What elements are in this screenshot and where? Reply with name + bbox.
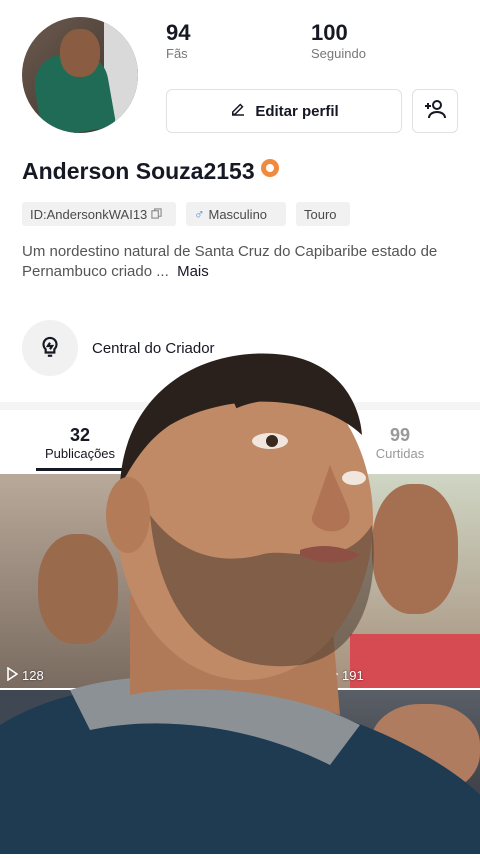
- profile-name-text: Anderson Souza2153: [22, 158, 255, 184]
- pencil-icon: [229, 100, 247, 122]
- gender-tag-text: Masculino: [208, 206, 268, 222]
- id-tag[interactable]: ID:AndersonkWAI13: [22, 202, 176, 226]
- add-friend-button[interactable]: [412, 89, 458, 133]
- male-icon: ♂: [194, 206, 205, 222]
- sign-tag: Touro: [296, 202, 350, 226]
- edit-profile-button[interactable]: Editar perfil: [166, 89, 402, 133]
- followers-count: 94: [166, 20, 191, 45]
- following-label: Seguindo: [311, 46, 366, 61]
- following-count: 100: [311, 20, 348, 45]
- avatar[interactable]: [22, 17, 138, 133]
- id-tag-text: ID:AndersonkWAI13: [30, 206, 148, 222]
- followers-stat[interactable]: 94 Fãs: [166, 20, 190, 61]
- copy-icon: [151, 207, 162, 222]
- selfie-video-overlay: [0, 345, 480, 854]
- more-link[interactable]: Mais: [177, 263, 209, 280]
- sign-tag-text: Touro: [304, 206, 337, 222]
- following-stat[interactable]: 100 Seguindo: [311, 20, 366, 61]
- gender-tag: ♂ Masculino: [186, 202, 286, 226]
- profile-name: Anderson Souza2153: [22, 158, 279, 185]
- followers-label: Fãs: [166, 46, 188, 61]
- bio-text: Um nordestino natural de Santa Cruz do C…: [22, 243, 438, 280]
- bio: Um nordestino natural de Santa Cruz do C…: [22, 242, 458, 282]
- add-person-icon: [423, 97, 447, 126]
- edit-profile-label: Editar perfil: [255, 102, 339, 120]
- level-badge-icon: [260, 159, 279, 177]
